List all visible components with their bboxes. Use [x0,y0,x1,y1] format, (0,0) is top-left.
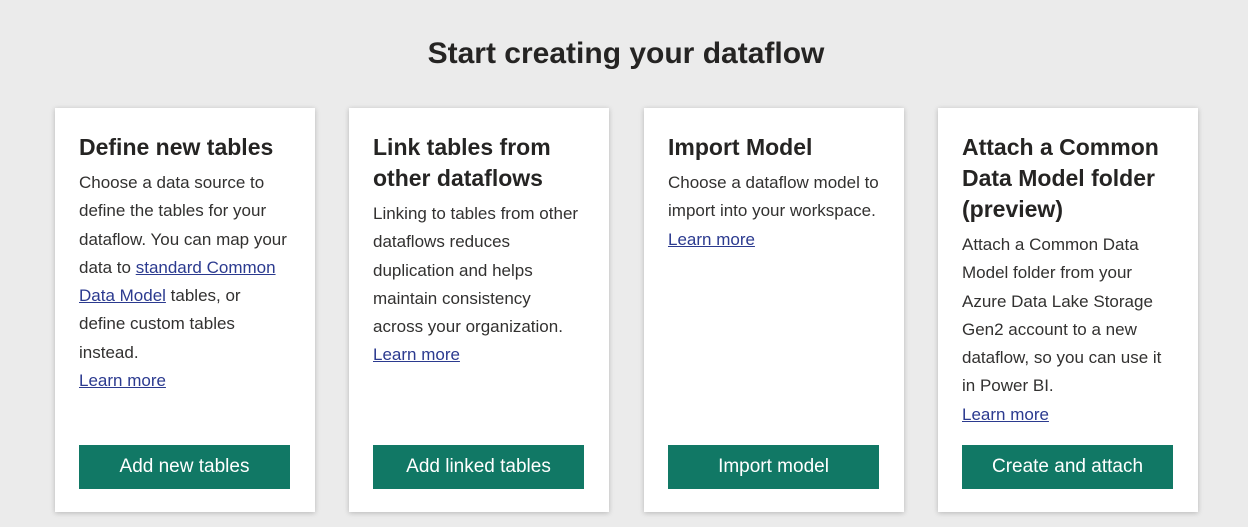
card-description: Choose a data source to define the table… [79,169,291,395]
define-new-tables-card: Define new tables Choose a data source t… [55,108,315,512]
page-title: Start creating your dataflow [427,37,825,70]
card-description-text: Choose a dataflow model to import into y… [668,173,879,221]
add-new-tables-button[interactable]: Add new tables [79,445,290,489]
learn-more-link[interactable]: Learn more [962,401,1174,429]
card-title: Attach a Common Data Model folder (previ… [962,134,1159,222]
card-description: Linking to tables from other dataflows r… [373,200,585,370]
card-description: Choose a dataflow model to import into y… [668,169,880,254]
create-and-attach-button[interactable]: Create and attach [962,445,1173,489]
learn-more-link[interactable]: Learn more [668,226,880,254]
card-title: Link tables from other dataflows [373,134,551,191]
attach-cdm-folder-card: Attach a Common Data Model folder (previ… [938,108,1198,512]
card-title: Import Model [668,134,813,160]
link-tables-card: Link tables from other dataflows Linking… [349,108,609,512]
card-description: Attach a Common Data Model folder from y… [962,231,1174,429]
card-description-text: Attach a Common Data Model folder from y… [962,235,1162,396]
card-title: Define new tables [79,134,274,160]
import-model-button[interactable]: Import model [668,445,879,489]
learn-more-link[interactable]: Learn more [373,341,585,369]
add-linked-tables-button[interactable]: Add linked tables [373,445,584,489]
learn-more-link[interactable]: Learn more [79,367,291,395]
import-model-card: Import Model Choose a dataflow model to … [644,108,904,512]
card-description-text: Linking to tables from other dataflows r… [373,204,579,337]
